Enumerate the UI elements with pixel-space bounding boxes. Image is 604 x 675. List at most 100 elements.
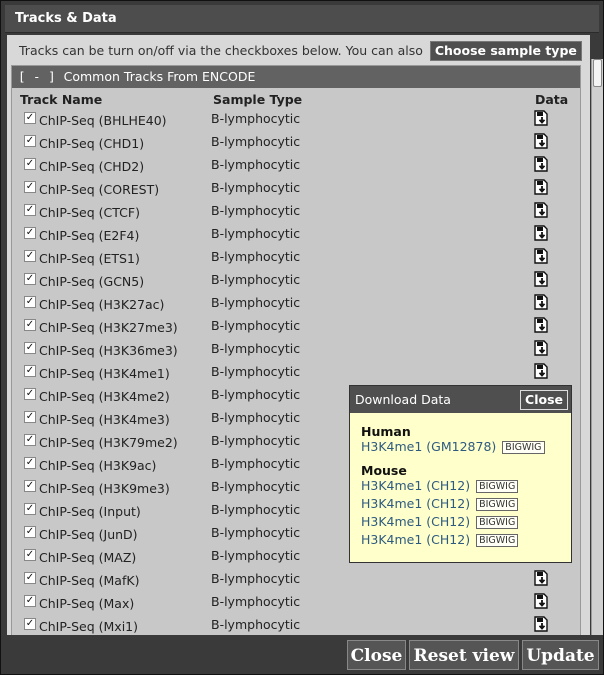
track-checkbox[interactable]: ✓ — [24, 503, 36, 515]
download-item: H3K4me1 (CH12) BIGWIG — [361, 514, 571, 532]
track-row: ✓ ChIP-Seq (H3K27ac) B-lymphocytic — [12, 292, 580, 315]
update-button[interactable]: Update — [522, 640, 599, 670]
track-checkbox[interactable]: ✓ — [24, 365, 36, 377]
track-checkbox[interactable]: ✓ — [24, 457, 36, 469]
vertical-scrollbar[interactable] — [591, 59, 603, 635]
download-link[interactable]: H3K4me1 (GM12878) — [361, 439, 496, 454]
track-checkbox[interactable]: ✓ — [24, 411, 36, 423]
download-data-icon[interactable] — [533, 340, 549, 356]
track-name: ChIP-Seq (MafK) — [39, 573, 140, 588]
track-checkbox[interactable]: ✓ — [24, 250, 36, 262]
choose-sample-type-button[interactable]: Choose sample type — [429, 41, 582, 61]
download-data-icon[interactable] — [533, 202, 549, 218]
download-data-icon[interactable] — [533, 179, 549, 195]
download-data-icon[interactable] — [533, 133, 549, 149]
download-data-icon[interactable] — [533, 110, 549, 126]
download-data-icon[interactable] — [533, 248, 549, 264]
download-data-icon[interactable] — [533, 271, 549, 287]
track-row: ✓ ChIP-Seq (BHLHE40) B-lymphocytic — [12, 108, 580, 131]
track-sample-type: B-lymphocytic — [211, 226, 301, 241]
track-sample-type: B-lymphocytic — [211, 479, 301, 494]
track-sample-type: B-lymphocytic — [211, 180, 301, 195]
section-collapse-toggle[interactable]: [ - ] — [18, 69, 56, 84]
format-badge[interactable]: BIGWIG — [476, 534, 519, 547]
track-sample-type: B-lymphocytic — [211, 272, 301, 287]
download-link[interactable]: H3K4me1 (CH12) — [361, 478, 470, 493]
track-sample-type: B-lymphocytic — [211, 203, 301, 218]
format-badge[interactable]: BIGWIG — [502, 441, 545, 454]
track-sample-type: B-lymphocytic — [211, 594, 301, 609]
track-checkbox[interactable]: ✓ — [24, 273, 36, 285]
download-link[interactable]: H3K4me1 (CH12) — [361, 514, 470, 529]
track-row: ✓ ChIP-Seq (H3K27me3) B-lymphocytic — [12, 315, 580, 338]
track-sample-type: B-lymphocytic — [211, 111, 301, 126]
format-badge[interactable]: BIGWIG — [476, 498, 519, 511]
download-item: H3K4me1 (CH12) BIGWIG — [361, 496, 571, 514]
track-checkbox[interactable]: ✓ — [24, 181, 36, 193]
track-name: ChIP-Seq (Max) — [39, 596, 135, 611]
track-row: ✓ ChIP-Seq (H3K4me1) B-lymphocytic — [12, 361, 580, 384]
download-link[interactable]: H3K4me1 (CH12) — [361, 532, 470, 547]
popup-title: Download Data — [355, 392, 451, 407]
track-checkbox[interactable]: ✓ — [24, 296, 36, 308]
download-data-icon[interactable] — [533, 570, 549, 586]
download-data-icon[interactable] — [533, 317, 549, 333]
track-checkbox[interactable]: ✓ — [24, 204, 36, 216]
download-data-icon[interactable] — [533, 616, 549, 632]
track-checkbox[interactable]: ✓ — [24, 434, 36, 446]
track-name: ChIP-Seq (Input) — [39, 504, 141, 519]
track-checkbox[interactable]: ✓ — [24, 388, 36, 400]
download-data-icon[interactable] — [533, 363, 549, 379]
download-data-icon[interactable] — [533, 225, 549, 241]
download-data-icon[interactable] — [533, 156, 549, 172]
track-sample-type: B-lymphocytic — [211, 295, 301, 310]
track-checkbox[interactable]: ✓ — [24, 135, 36, 147]
track-sample-type: B-lymphocytic — [211, 341, 301, 356]
track-sample-type: B-lymphocytic — [211, 364, 301, 379]
track-checkbox[interactable]: ✓ — [24, 549, 36, 561]
track-sample-type: B-lymphocytic — [211, 134, 301, 149]
popup-body: Human H3K4me1 (GM12878) BIGWIG Mouse H3K4me1… — [350, 413, 571, 550]
track-checkbox[interactable]: ✓ — [24, 480, 36, 492]
close-button[interactable]: Close — [347, 640, 406, 670]
track-name: ChIP-Seq (CHD1) — [39, 136, 145, 151]
popup-close-button[interactable]: Close — [520, 390, 568, 410]
format-badge[interactable]: BIGWIG — [476, 480, 519, 493]
download-data-icon[interactable] — [533, 593, 549, 609]
track-name: ChIP-Seq (H3K27me3) — [39, 320, 178, 335]
download-item: H3K4me1 (CH12) BIGWIG — [361, 532, 571, 550]
track-row: ✓ ChIP-Seq (MafK) B-lymphocytic — [12, 568, 580, 591]
track-checkbox[interactable]: ✓ — [24, 595, 36, 607]
track-checkbox[interactable]: ✓ — [24, 227, 36, 239]
download-item: H3K4me1 (CH12) BIGWIG — [361, 478, 571, 496]
track-name: ChIP-Seq (H3K4me3) — [39, 412, 170, 427]
track-checkbox[interactable]: ✓ — [24, 342, 36, 354]
track-row: ✓ ChIP-Seq (CHD1) B-lymphocytic — [12, 131, 580, 154]
track-row: ✓ ChIP-Seq (GCN5) B-lymphocytic — [12, 269, 580, 292]
download-link[interactable]: H3K4me1 (CH12) — [361, 496, 470, 511]
track-row: ✓ ChIP-Seq (CTCF) B-lymphocytic — [12, 200, 580, 223]
section-header[interactable]: [ - ] Common Tracks From ENCODE — [12, 66, 580, 88]
scrollbar-thumb[interactable] — [593, 59, 602, 87]
track-checkbox[interactable]: ✓ — [24, 526, 36, 538]
track-checkbox[interactable]: ✓ — [24, 618, 36, 630]
download-data-icon[interactable] — [533, 294, 549, 310]
download-item: H3K4me1 (GM12878) BIGWIG — [361, 439, 571, 457]
track-sample-type: B-lymphocytic — [211, 387, 301, 402]
reset-view-button[interactable]: Reset view — [409, 640, 519, 670]
track-checkbox[interactable]: ✓ — [24, 572, 36, 584]
track-name: ChIP-Seq (COREST) — [39, 182, 160, 197]
track-name: ChIP-Seq (BHLHE40) — [39, 113, 167, 128]
format-badge[interactable]: BIGWIG — [476, 516, 519, 529]
track-name: ChIP-Seq (H3K27ac) — [39, 297, 165, 312]
track-sample-type: B-lymphocytic — [211, 410, 301, 425]
track-sample-type: B-lymphocytic — [211, 318, 301, 333]
track-name: ChIP-Seq (CTCF) — [39, 205, 140, 220]
track-name: ChIP-Seq (H3K4me2) — [39, 389, 170, 404]
track-row: ✓ ChIP-Seq (COREST) B-lymphocytic — [12, 177, 580, 200]
track-name: ChIP-Seq (E2F4) — [39, 228, 140, 243]
track-checkbox[interactable]: ✓ — [24, 112, 36, 124]
track-checkbox[interactable]: ✓ — [24, 319, 36, 331]
track-sample-type: B-lymphocytic — [211, 617, 301, 632]
track-checkbox[interactable]: ✓ — [24, 158, 36, 170]
